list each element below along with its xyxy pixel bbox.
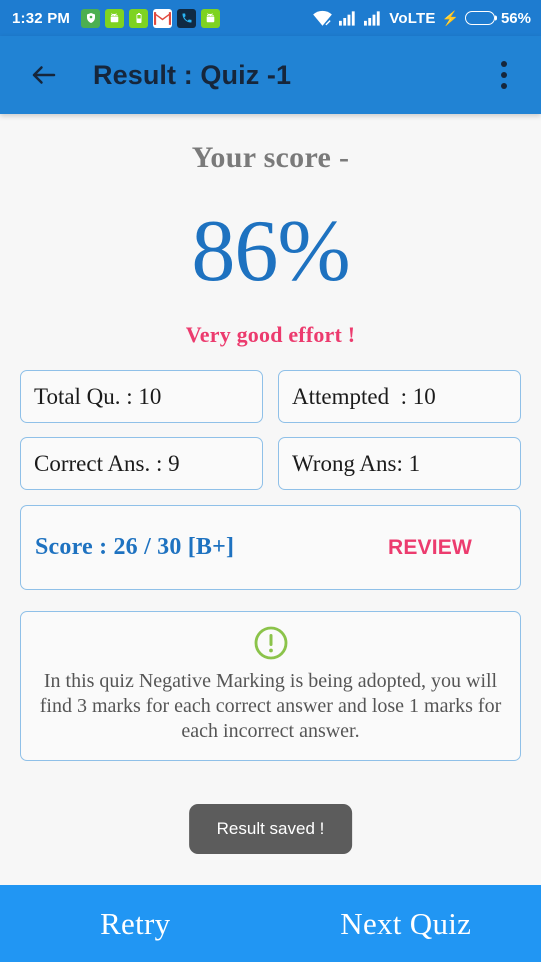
score-card: Score : 26 / 30 [B+] REVIEW (20, 505, 521, 590)
status-bar-time: 1:32 PM (12, 9, 71, 27)
battery-icon (464, 11, 495, 25)
effort-message: Very good effort ! (185, 322, 356, 347)
overflow-dot-2 (501, 72, 507, 78)
stat-correct-answers: Correct Ans. : 9 (20, 437, 263, 490)
next-quiz-button[interactable]: Next Quiz (271, 906, 541, 942)
toast-message: Result saved ! (188, 804, 353, 854)
location-shield-icon (81, 8, 101, 28)
alert-circle-icon (253, 625, 289, 661)
charging-bolt-icon: ⚡ (441, 10, 459, 26)
back-arrow-icon (29, 60, 59, 90)
phone-call-icon (177, 8, 197, 28)
stats-grid: Total Qu. : 10 Attempted : 10 Correct An… (20, 370, 521, 490)
battery-percent-label: 56% (500, 9, 531, 27)
overflow-dot-1 (501, 61, 507, 67)
overflow-dot-3 (501, 83, 507, 89)
back-button[interactable] (24, 55, 64, 95)
result-content: Your score - 86% Very good effort ! Tota… (0, 114, 541, 885)
score-percentage: 86% (191, 203, 350, 300)
score-heading: Your score - (191, 141, 350, 174)
network-type-label: VoLTE (389, 9, 436, 27)
stat-total-questions: Total Qu. : 10 (20, 370, 263, 423)
negative-marking-info-card: In this quiz Negative Marking is being a… (20, 611, 521, 761)
stat-wrong-answers: Wrong Ans: 1 (278, 437, 521, 490)
signal-bars-icon-2 (364, 10, 383, 26)
more-vertical-icon[interactable] (487, 53, 521, 97)
app-bar: Result : Quiz -1 (0, 36, 541, 114)
wifi-off-icon (312, 10, 333, 27)
review-button[interactable]: REVIEW (388, 536, 472, 560)
android-robot-icon (105, 8, 125, 28)
signal-bars-icon (339, 10, 358, 26)
score-detail-label: Score : 26 / 30 [B+] (35, 534, 235, 560)
retry-button[interactable]: Retry (0, 906, 271, 942)
bottom-action-bar: Retry Next Quiz (0, 885, 541, 962)
negative-marking-text: In this quiz Negative Marking is being a… (39, 670, 502, 742)
battery-saver-icon (129, 8, 149, 28)
status-bar: 1:32 PM VoLTE ⚡ 56% (0, 0, 541, 36)
notification-icon-group (81, 8, 221, 28)
android-robot-icon-2 (201, 8, 221, 28)
gmail-icon (153, 8, 173, 28)
stat-attempted: Attempted : 10 (278, 370, 521, 423)
status-bar-right: VoLTE ⚡ 56% (312, 10, 531, 27)
page-title: Result : Quiz -1 (93, 59, 292, 90)
